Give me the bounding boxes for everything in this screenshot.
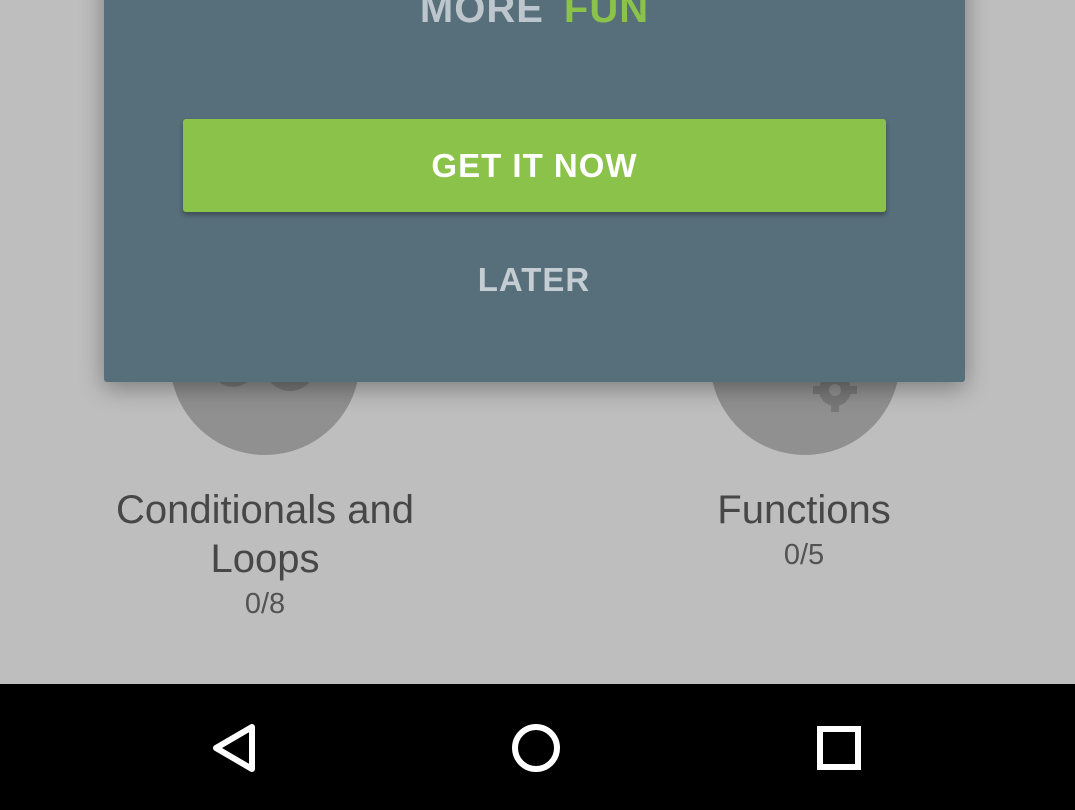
dialog-headline: MORE FUN [104,0,965,32]
later-button[interactable]: LATER [434,252,634,308]
recents-button[interactable] [799,712,879,782]
home-circle-icon [512,724,560,772]
system-navigation-bar [0,684,1075,810]
screen: Conditionals and Loops 0/8 Functions 0/5… [0,0,1075,810]
back-triangle-icon [213,724,255,772]
upgrade-dialog: MORE FUN GET IT NOW LATER [104,0,965,382]
recents-square-icon [817,726,861,770]
home-button[interactable] [496,712,576,782]
get-it-now-button[interactable]: GET IT NOW [183,119,886,212]
headline-fun: FUN [563,0,650,31]
back-button[interactable] [193,712,273,782]
headline-more: MORE [419,0,544,31]
